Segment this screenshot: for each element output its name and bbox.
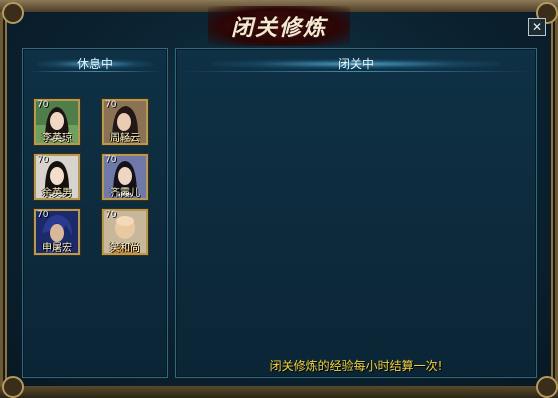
hero-level: 70 — [37, 100, 49, 110]
exp-settlement-note: 闭关修炼的经验每小时结算一次! — [269, 359, 443, 373]
window-title: 闭关修炼 — [230, 15, 327, 41]
close-button[interactable]: ✕ — [528, 18, 546, 36]
rest-panel-header: 休息中 — [23, 53, 167, 73]
window-bottom-border — [0, 386, 558, 398]
hero-card[interactable]: 70 李英琼 — [34, 99, 80, 145]
corner-ornament-icon — [2, 2, 24, 24]
training-panel[interactable]: 闭关中 闭关修炼的经验每小时结算一次! — [175, 48, 537, 378]
hero-name: 余英男 — [42, 188, 72, 199]
hero-level: 70 — [37, 155, 49, 165]
hero-level: 70 — [105, 210, 117, 220]
training-panel-title: 闭关中 — [337, 56, 374, 71]
hero-level: 70 — [105, 155, 117, 165]
hero-card[interactable]: 70 笑和尚 — [102, 209, 148, 255]
corner-ornament-icon — [536, 376, 558, 398]
hero-card[interactable]: 70 周轻云 — [102, 99, 148, 145]
rest-panel-title: 休息中 — [76, 56, 113, 71]
hero-name: 笑和尚 — [110, 243, 140, 254]
hero-name: 周轻云 — [110, 133, 140, 144]
close-icon: ✕ — [531, 20, 543, 34]
hero-name: 李英琼 — [42, 133, 72, 144]
hero-card[interactable]: 70 申屠宏 — [34, 209, 80, 255]
hero-card[interactable]: 70 齐霞儿 — [102, 154, 148, 200]
rest-panel: 休息中 70 李英琼 70 周轻云 70 余英男 70 齐霞儿 70 申屠宏 7… — [22, 48, 168, 378]
hero-name: 齐霞儿 — [110, 188, 140, 199]
hero-name: 申屠宏 — [42, 243, 72, 254]
corner-ornament-icon — [2, 376, 24, 398]
training-panel-header: 闭关中 — [176, 53, 536, 73]
hero-level: 70 — [105, 100, 117, 110]
hero-level: 70 — [37, 210, 49, 220]
title-plate: 闭关修炼 — [208, 6, 350, 46]
hero-card[interactable]: 70 余英男 — [34, 154, 80, 200]
